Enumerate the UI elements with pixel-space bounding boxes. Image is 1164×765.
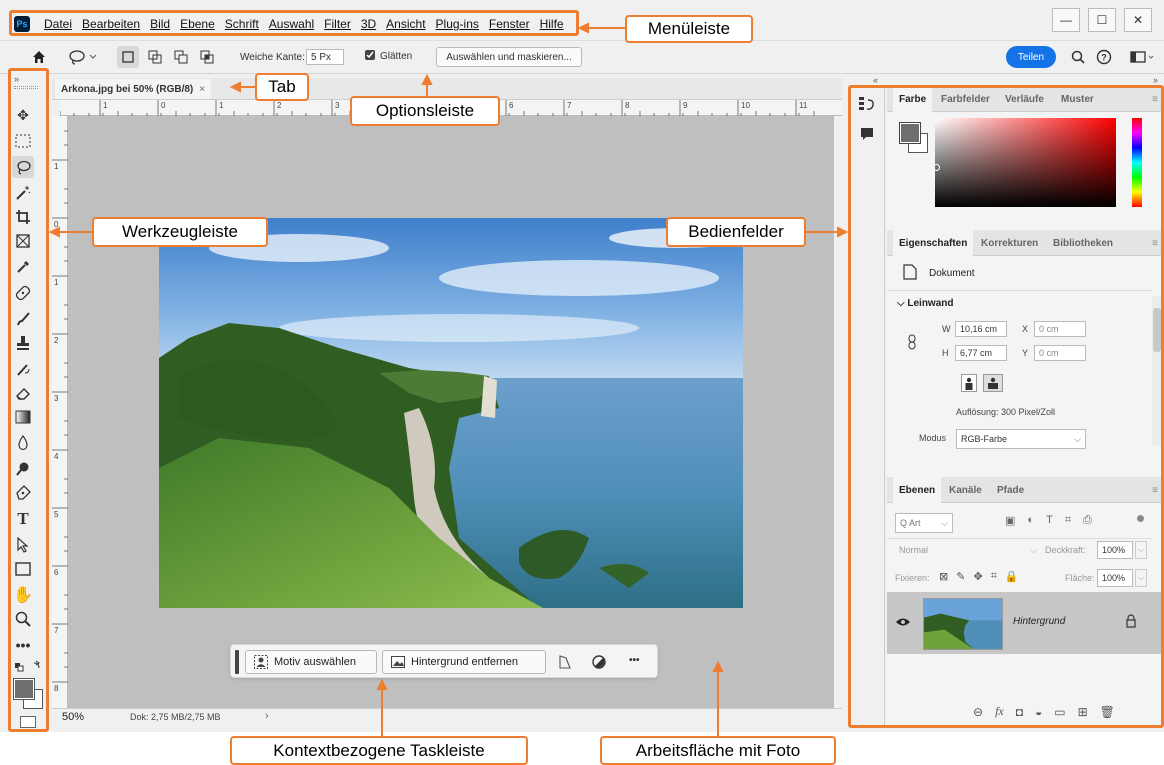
- callout-bedienfelder: Bedienfelder: [666, 217, 806, 247]
- callout-werkzeugleiste: Werkzeugleiste: [92, 217, 268, 247]
- callout-menueleiste: Menüleiste: [625, 15, 753, 43]
- callout-optionsleiste: Optionsleiste: [350, 96, 500, 126]
- annotation-connectors: [48, 22, 849, 738]
- callout-kontextbezogene-taskleiste: Kontextbezogene Taskleiste: [230, 736, 528, 765]
- callout-arbeitsflaeche: Arbeitsfläche mit Foto: [600, 736, 836, 765]
- callout-tab: Tab: [255, 73, 309, 101]
